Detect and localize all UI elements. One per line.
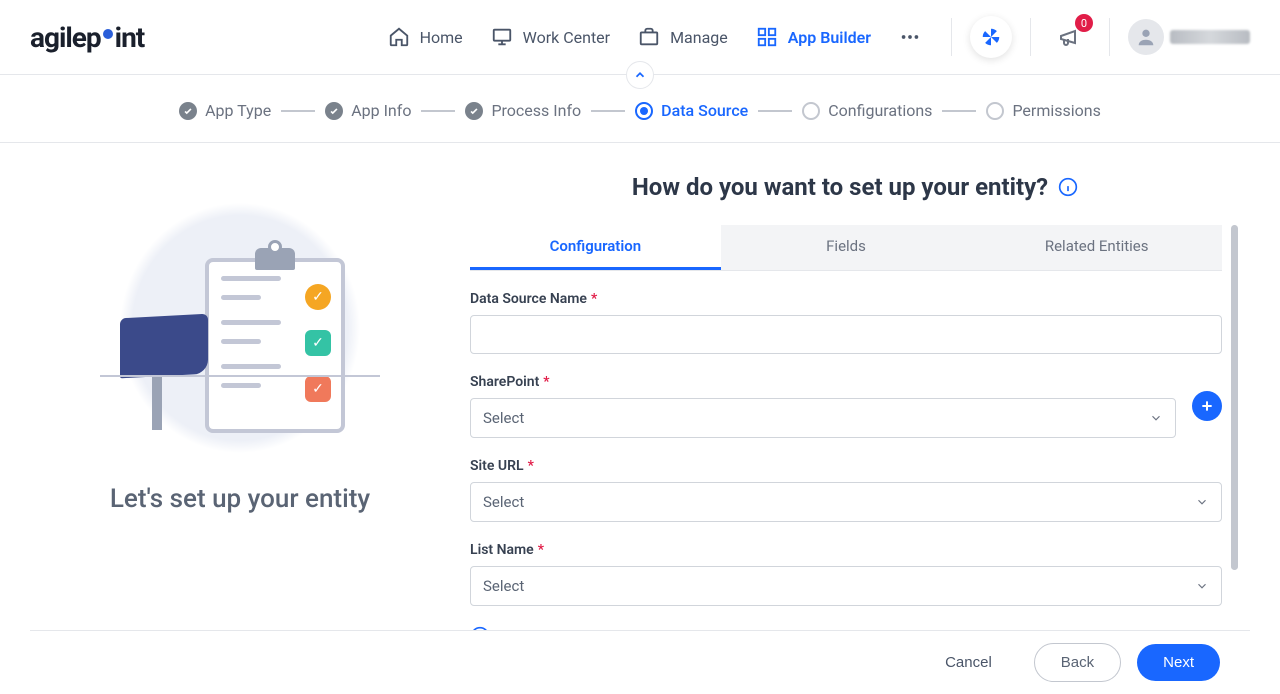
step-label: Configurations	[828, 101, 932, 120]
chevron-down-icon	[1195, 495, 1209, 509]
home-icon	[388, 26, 410, 48]
nav-home[interactable]: Home	[388, 26, 463, 48]
username-label	[1170, 30, 1250, 44]
chevron-up-icon	[633, 68, 647, 82]
nav-app-builder-label: App Builder	[788, 28, 871, 47]
main-content: ✓ ✓ ✓ Let's set up your entity How do yo…	[0, 143, 1280, 631]
check-icon	[325, 102, 343, 120]
tab-related-entities[interactable]: Related Entities	[971, 225, 1222, 270]
info-icon[interactable]	[1058, 177, 1078, 197]
form-tabs: Configuration Fields Related Entities	[470, 225, 1222, 271]
divider	[1030, 18, 1031, 56]
step-label: Permissions	[1012, 101, 1100, 120]
sharepoint-label: SharePoint*	[470, 374, 1176, 390]
current-step-icon	[635, 102, 653, 120]
grid-icon	[756, 26, 778, 48]
left-panel: ✓ ✓ ✓ Let's set up your entity	[40, 143, 440, 631]
next-button[interactable]: Next	[1137, 644, 1220, 681]
topbar-right-cluster: 0	[951, 16, 1250, 58]
todo-step-icon	[986, 102, 1004, 120]
page-title-text: How do you want to set up your entity?	[632, 173, 1048, 201]
ellipsis-icon	[899, 26, 921, 48]
check-icon	[465, 102, 483, 120]
divider	[951, 18, 952, 56]
footer-actions: Cancel Back Next	[30, 630, 1250, 694]
briefcase-icon	[638, 26, 660, 48]
nav-more[interactable]	[899, 26, 921, 48]
step-process-info[interactable]: Process Info	[465, 101, 581, 120]
app-switcher-button[interactable]	[970, 16, 1012, 58]
divider	[1109, 18, 1110, 56]
site-url-select[interactable]: Select	[470, 482, 1222, 522]
logo-dot-icon	[103, 29, 113, 39]
left-heading: Let's set up your entity	[40, 483, 440, 517]
nav-manage[interactable]: Manage	[638, 26, 728, 48]
pinwheel-icon	[980, 26, 1002, 48]
list-name-select[interactable]: Select	[470, 566, 1222, 606]
step-connector	[942, 110, 976, 112]
nav-work-center-label: Work Center	[523, 28, 610, 47]
notifications-button[interactable]: 0	[1049, 16, 1091, 58]
nav-app-builder[interactable]: App Builder	[756, 26, 871, 48]
list-name-label: List Name*	[470, 542, 1222, 558]
person-icon	[1135, 26, 1157, 48]
entity-illustration: ✓ ✓ ✓	[120, 203, 360, 453]
right-panel: How do you want to set up your entity? C…	[470, 143, 1240, 631]
step-connector	[281, 110, 315, 112]
sharepoint-select[interactable]: Select	[470, 398, 1176, 438]
chevron-down-icon	[1195, 579, 1209, 593]
brand-logo: agilepint	[30, 21, 144, 54]
check-circle-icon: ✓	[305, 284, 331, 310]
collapse-toggle-button[interactable]	[626, 61, 654, 89]
step-app-info[interactable]: App Info	[325, 101, 411, 120]
cancel-button[interactable]: Cancel	[919, 644, 1018, 681]
select-value: Select	[483, 577, 524, 595]
todo-step-icon	[802, 102, 820, 120]
nav-home-label: Home	[420, 28, 463, 47]
check-square-icon: ✓	[305, 330, 331, 356]
page-title: How do you want to set up your entity?	[470, 173, 1240, 201]
user-menu[interactable]	[1128, 19, 1250, 55]
nav-manage-label: Manage	[670, 28, 728, 47]
step-connector	[591, 110, 625, 112]
step-app-type[interactable]: App Type	[179, 101, 271, 120]
data-source-name-input[interactable]	[470, 315, 1222, 354]
nav-work-center[interactable]: Work Center	[491, 26, 610, 48]
chevron-down-icon	[1149, 411, 1163, 425]
step-label: Process Info	[491, 101, 581, 120]
scrollbar[interactable]	[1231, 225, 1238, 570]
add-sharepoint-button[interactable]	[1192, 391, 1222, 421]
step-label: App Info	[351, 101, 411, 120]
back-button[interactable]: Back	[1034, 643, 1121, 682]
step-permissions[interactable]: Permissions	[986, 101, 1100, 120]
tab-configuration[interactable]: Configuration	[470, 225, 721, 270]
check-square-icon: ✓	[305, 376, 331, 402]
notifications-badge: 0	[1075, 14, 1093, 32]
step-label: App Type	[205, 101, 271, 120]
top-nav: Home Work Center Manage App Builder	[388, 26, 921, 48]
step-data-source[interactable]: Data Source	[635, 101, 748, 120]
step-label: Data Source	[661, 101, 748, 120]
check-icon	[179, 102, 197, 120]
step-connector	[421, 110, 455, 112]
plus-icon	[1199, 398, 1215, 414]
select-value: Select	[483, 409, 524, 427]
form-area: Data Source Name* SharePoint* Select	[470, 271, 1222, 631]
avatar	[1128, 19, 1164, 55]
site-url-label: Site URL*	[470, 458, 1222, 474]
data-source-name-label: Data Source Name*	[470, 291, 1222, 307]
step-configurations[interactable]: Configurations	[802, 101, 932, 120]
step-connector	[758, 110, 792, 112]
select-value: Select	[483, 493, 524, 511]
tab-fields[interactable]: Fields	[721, 225, 972, 270]
monitor-icon	[491, 26, 513, 48]
